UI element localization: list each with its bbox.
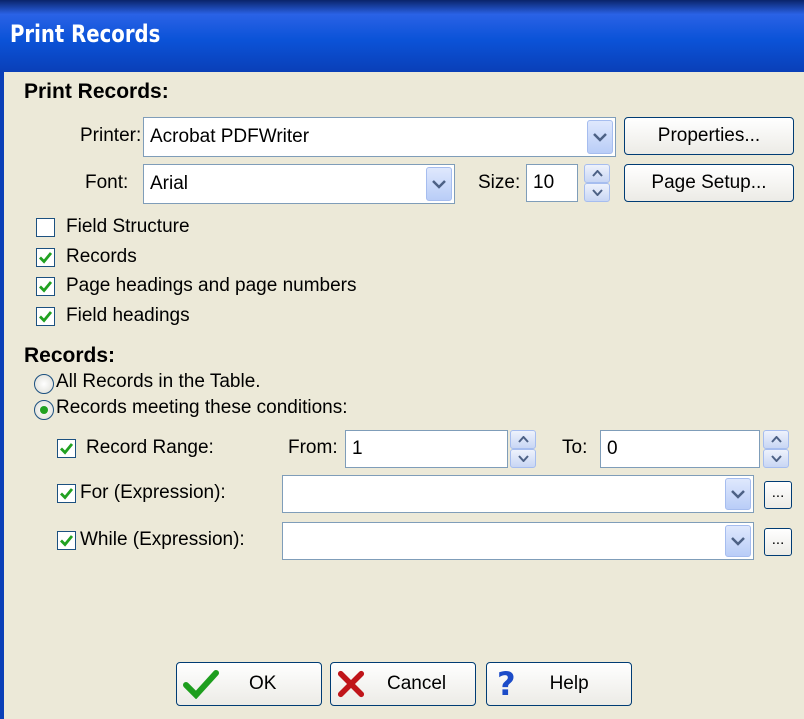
from-label: From: [288,437,338,458]
size-label: Size: [478,172,521,193]
all-records-label: All Records in the Table. [56,371,261,392]
field-headings-label: Field headings [66,305,190,326]
to-value: 0 [607,438,618,459]
size-input[interactable]: 10 [526,164,578,202]
while-expression-checkbox[interactable] [57,531,76,550]
properties-button[interactable]: Properties... [624,117,794,155]
record-range-checkbox[interactable] [57,439,76,458]
spin-up-icon[interactable] [763,430,789,449]
print-section-heading: Print Records: [24,80,169,103]
records-checkbox[interactable] [36,248,55,267]
font-select[interactable]: Arial [143,164,455,204]
size-spinner[interactable] [584,164,610,202]
records-section-heading: Records: [24,344,116,367]
spin-up-icon[interactable] [584,164,610,183]
spin-down-icon[interactable] [763,449,789,468]
chevron-down-icon[interactable] [725,478,751,510]
chevron-down-icon[interactable] [426,167,452,201]
to-label: To: [562,437,588,458]
for-expression-builder-button[interactable]: ... [764,481,792,509]
record-range-label: Record Range: [86,437,214,458]
ok-label: OK [249,673,277,694]
while-expression-builder-button[interactable]: ... [764,528,792,556]
spin-down-icon[interactable] [584,183,610,202]
font-label: Font: [85,172,129,193]
printer-value: Acrobat PDFWriter [150,126,310,147]
while-expression-input[interactable] [282,522,754,560]
help-label: Help [549,673,589,694]
page-headings-label: Page headings and page numbers [66,275,357,296]
chevron-down-icon[interactable] [587,120,613,154]
to-input[interactable]: 0 [600,430,760,468]
page-headings-checkbox[interactable] [36,277,55,296]
help-button[interactable]: ? Help [486,662,632,706]
printer-label: Printer: [80,125,142,146]
for-expression-checkbox[interactable] [57,484,76,503]
field-structure-label: Field Structure [66,216,190,237]
cancel-button[interactable]: Cancel [330,662,476,706]
all-records-radio[interactable] [34,374,54,394]
cancel-label: Cancel [387,673,447,694]
spin-down-icon[interactable] [510,449,536,468]
close-icon [337,670,365,698]
window-title: Print Records [10,20,161,48]
title-bar: Print Records [0,0,804,72]
field-structure-checkbox[interactable] [36,218,55,237]
printer-select[interactable]: Acrobat PDFWriter [143,117,616,157]
size-value: 10 [533,172,555,193]
ok-button[interactable]: OK [176,662,322,706]
to-spinner[interactable] [763,430,789,468]
checkmark-icon [183,670,219,699]
from-spinner[interactable] [510,430,536,468]
chevron-down-icon[interactable] [725,525,751,557]
conditions-radio[interactable] [34,400,54,420]
for-expression-label: For (Expression): [80,482,226,503]
for-expression-input[interactable] [282,475,754,513]
font-value: Arial [150,173,189,194]
spin-up-icon[interactable] [510,430,536,449]
from-input[interactable]: 1 [345,430,508,468]
while-expression-label: While (Expression): [80,529,245,550]
help-icon: ? [497,665,516,703]
page-setup-button[interactable]: Page Setup... [624,164,794,202]
records-label: Records [66,246,137,267]
conditions-label: Records meeting these conditions: [56,397,348,418]
from-value: 1 [352,438,363,459]
field-headings-checkbox[interactable] [36,307,55,326]
